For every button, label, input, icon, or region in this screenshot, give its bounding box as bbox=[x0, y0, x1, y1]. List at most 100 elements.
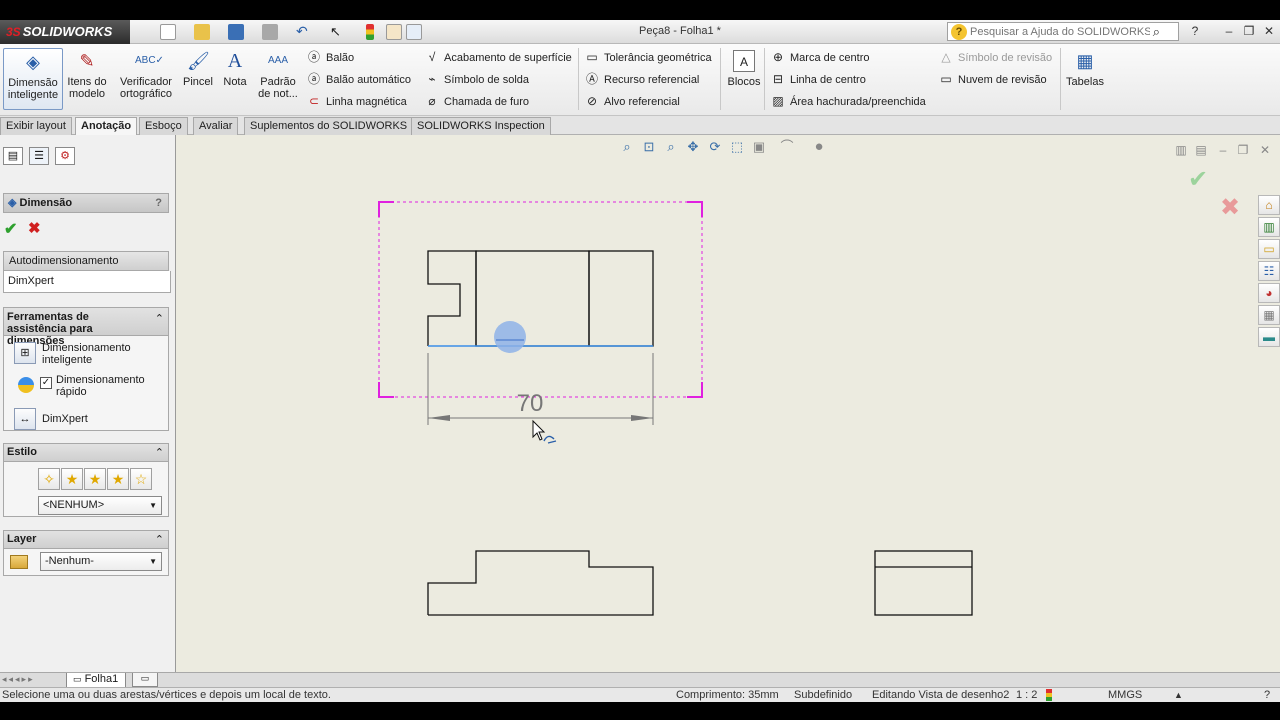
style-group-header[interactable]: Estilo bbox=[4, 444, 168, 462]
center-mark-button[interactable]: ⊕ Marca de centro bbox=[770, 48, 870, 66]
tab-inspection[interactable]: SOLIDWORKS Inspection bbox=[411, 117, 551, 135]
status-units[interactable]: MMGS bbox=[1108, 688, 1142, 702]
linear-note-pattern-button[interactable]: AAA Padrão de not... bbox=[255, 48, 301, 110]
rebuild-status-icon[interactable] bbox=[1046, 689, 1052, 701]
centerline-button[interactable]: ⊟ Linha de centro bbox=[770, 70, 866, 88]
tab-annotation[interactable]: Anotação bbox=[75, 117, 138, 136]
model-items-button[interactable]: ✎ Itens do modelo bbox=[66, 48, 108, 110]
rapid-dimensioning-option[interactable]: ✓ Dimensionamento rápido bbox=[14, 374, 164, 400]
datum-feature-icon: Ⓐ bbox=[585, 72, 598, 86]
restore-icon[interactable]: ❐ bbox=[1242, 24, 1256, 38]
open-folder-icon[interactable] bbox=[194, 24, 210, 40]
file-properties-icon[interactable] bbox=[386, 24, 402, 40]
save-icon[interactable] bbox=[228, 24, 244, 40]
options-icon[interactable] bbox=[406, 24, 422, 40]
tab-autodimension[interactable]: Autodimensionamento bbox=[3, 251, 169, 271]
blocks-button[interactable]: A Blocos bbox=[726, 48, 762, 110]
auto-balloon-icon: ⓐ bbox=[307, 72, 320, 86]
tab-sketch[interactable]: Esboço bbox=[139, 117, 188, 135]
dropdown-arrow-icon: ▼ bbox=[149, 501, 157, 510]
status-help-icon[interactable]: ? bbox=[1264, 688, 1270, 702]
format-painter-button[interactable]: 🖌 Pincel bbox=[181, 48, 215, 110]
delete-style-icon[interactable]: ★ bbox=[84, 468, 106, 490]
status-hint: Selecione uma ou duas arestas/vértices e… bbox=[2, 689, 331, 701]
selection-marker bbox=[494, 321, 526, 353]
select-arrow-icon[interactable]: ↖ bbox=[330, 24, 346, 40]
revision-symbol-button[interactable]: △ Símbolo de revisão bbox=[938, 48, 1052, 66]
minimize-icon[interactable]: – bbox=[1222, 24, 1236, 38]
units-menu-arrow-icon[interactable]: ▲ bbox=[1174, 688, 1183, 702]
sheet-tab-folha1[interactable]: ▭ Folha1 bbox=[66, 673, 126, 688]
smart-dimensioning-icon: ⊞ bbox=[14, 342, 36, 364]
side-view-geometry[interactable] bbox=[874, 550, 973, 616]
help-menu-icon[interactable]: ? bbox=[1188, 24, 1202, 38]
hole-callout-button[interactable]: ⌀ Chamada de furo bbox=[424, 92, 529, 110]
tab-evaluate[interactable]: Avaliar bbox=[193, 117, 239, 135]
collapse-chevron-icon[interactable]: ⌃ bbox=[155, 446, 164, 459]
status-bar: Selecione uma ou duas arestas/vértices e… bbox=[0, 687, 1280, 702]
tab-view-layout[interactable]: Exibir layout bbox=[0, 117, 72, 135]
revision-cloud-button[interactable]: ▭ Nuvem de revisão bbox=[938, 70, 1046, 88]
new-document-icon[interactable] bbox=[160, 24, 176, 40]
ok-check-icon[interactable]: ✔ bbox=[4, 219, 17, 239]
document-title: Peça8 - Folha1 * bbox=[639, 25, 721, 37]
datum-feature-button[interactable]: Ⓐ Recurso referencial bbox=[584, 70, 699, 88]
help-search[interactable]: ? ⌕ bbox=[947, 22, 1179, 41]
rebuild-traffic-light-icon[interactable] bbox=[366, 24, 374, 40]
weld-symbol-button[interactable]: ⌁ Símbolo de solda bbox=[424, 70, 529, 88]
geometric-tolerance-button[interactable]: ▭ Tolerância geométrica bbox=[584, 48, 711, 66]
apply-style-icon[interactable]: ✧ bbox=[38, 468, 60, 490]
mouse-cursor bbox=[532, 419, 557, 444]
dropdown-arrow-icon: ▼ bbox=[149, 557, 157, 566]
add-style-icon[interactable]: ★ bbox=[61, 468, 83, 490]
layer-group-header[interactable]: Layer bbox=[4, 531, 168, 549]
tables-button[interactable]: ▦ Tabelas bbox=[1064, 48, 1106, 110]
balloon-button[interactable]: ⓐ Balão bbox=[306, 48, 354, 66]
note-button[interactable]: A Nota bbox=[221, 48, 249, 110]
datum-target-button[interactable]: ⊘ Alvo referencial bbox=[584, 92, 680, 110]
area-hatch-button[interactable]: ▨ Área hachurada/preenchida bbox=[770, 92, 925, 110]
surface-finish-button[interactable]: √ Acabamento de superfície bbox=[424, 48, 572, 66]
collapse-chevron-icon[interactable]: ⌃ bbox=[155, 533, 164, 546]
feature-tree-icon[interactable]: ▤ bbox=[3, 147, 23, 165]
drawing-canvas[interactable]: ⌕ ⊡ ⌕ ✥ ⟳ ⬚ ▣ ⌒ ● ▥ ▤ – ❐ ✕ ✔ ✖ ⌂ ▥ ▭ ☷ … bbox=[176, 135, 1280, 672]
undo-icon[interactable]: ↶ bbox=[296, 24, 312, 40]
pm-title-bar: ◈ Dimensão ? bbox=[3, 193, 169, 213]
smart-dimensioning-option[interactable]: ⊞ Dimensionamento inteligente bbox=[14, 342, 164, 368]
spell-checker-button[interactable]: ABC✓ Verificador ortográfico bbox=[114, 48, 178, 110]
layer-select[interactable]: -Nenhum- ▼ bbox=[40, 552, 162, 571]
front-view-geometry[interactable] bbox=[427, 250, 654, 347]
help-question-icon: ? bbox=[951, 24, 967, 40]
sheet-nav-arrows-icon[interactable]: ◂◂◂▸▸ bbox=[2, 674, 35, 685]
dimxpert-icon: ↔ bbox=[14, 408, 36, 430]
weld-icon: ⌁ bbox=[428, 72, 436, 86]
status-scale[interactable]: 1 : 2 bbox=[1016, 688, 1037, 702]
save-style-icon[interactable]: ★ bbox=[107, 468, 129, 490]
cancel-x-icon[interactable]: ✖ bbox=[28, 219, 41, 237]
load-style-icon[interactable]: ☆ bbox=[130, 468, 152, 490]
search-icon[interactable]: ⌕ bbox=[1153, 24, 1160, 40]
auto-balloon-button[interactable]: ⓐ Balão automático bbox=[306, 70, 411, 88]
command-manager-tabs: Exibir layout Anotação Esboço Avaliar Su… bbox=[0, 116, 1280, 136]
collapse-chevron-icon[interactable]: ⌃ bbox=[155, 312, 164, 325]
help-button[interactable]: ? bbox=[155, 194, 162, 212]
smart-dimension-icon: ◈ bbox=[26, 52, 40, 72]
config-manager-icon[interactable]: ⚙ bbox=[55, 147, 75, 165]
close-icon[interactable]: ✕ bbox=[1262, 24, 1276, 38]
property-manager-icon[interactable]: ☰ bbox=[29, 147, 49, 165]
tab-addins[interactable]: Suplementos do SOLIDWORKS bbox=[244, 117, 414, 135]
add-sheet-icon[interactable]: ▭ bbox=[132, 673, 158, 687]
smart-dimension-button[interactable]: ◈ Dimensão inteligente bbox=[3, 48, 63, 110]
style-select[interactable]: <NENHUM> ▼ bbox=[38, 496, 162, 515]
solidworks-logo[interactable]: 3S SOLIDWORKS bbox=[0, 20, 130, 44]
help-search-input[interactable] bbox=[970, 24, 1150, 39]
tools-group-header[interactable]: Ferramentas de assistência para dimensõe… bbox=[4, 308, 168, 347]
dimxpert-option[interactable]: ↔ DimXpert bbox=[14, 408, 164, 434]
top-view-geometry[interactable] bbox=[427, 550, 654, 616]
tab-dimxpert[interactable]: DimXpert bbox=[3, 271, 171, 293]
print-icon[interactable] bbox=[262, 24, 278, 40]
rapid-dimension-checkbox[interactable]: ✓ bbox=[40, 377, 52, 389]
dimension-value-text[interactable]: 70 bbox=[517, 390, 544, 417]
drawing-sheet[interactable]: 70 bbox=[176, 135, 1280, 672]
magnetic-line-button[interactable]: ⊂ Linha magnética bbox=[306, 92, 407, 110]
